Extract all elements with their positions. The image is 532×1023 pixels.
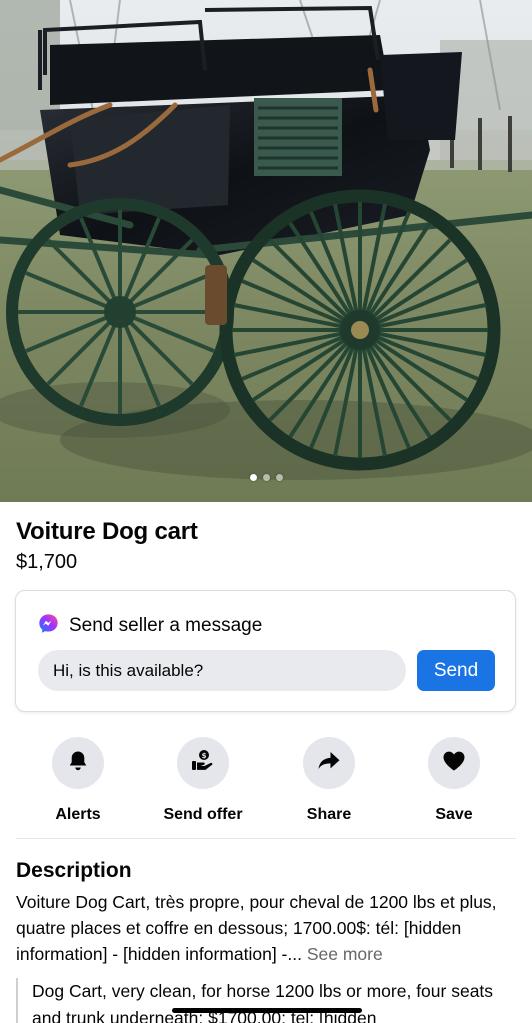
photo-dot[interactable] (249, 474, 257, 481)
carriage-photo (0, 0, 532, 502)
save-button[interactable]: Save (394, 737, 514, 824)
description-heading: Description (16, 859, 132, 882)
save-button-circle[interactable] (428, 737, 480, 789)
alerts-label: Alerts (55, 806, 101, 823)
bell-icon (66, 749, 90, 778)
share-button-circle[interactable] (303, 737, 355, 789)
messenger-icon (38, 613, 59, 639)
see-more-link[interactable]: See more (307, 944, 383, 964)
message-card-header: Send seller a message (38, 613, 262, 639)
share-button[interactable]: Share (269, 737, 389, 824)
message-card-title: Send seller a message (69, 615, 263, 636)
message-input[interactable]: Hi, is this available? (38, 650, 406, 691)
listing-photo[interactable] (0, 0, 532, 502)
send-offer-button[interactable]: $ Send offer (143, 737, 263, 824)
description-body: Voiture Dog Cart, très propre, pour chev… (16, 892, 497, 964)
svg-text:$: $ (202, 752, 207, 760)
send-button[interactable]: Send (417, 650, 495, 691)
heart-icon (441, 748, 467, 779)
alerts-button[interactable]: Alerts (18, 737, 138, 824)
listing-title: Voiture Dog cart (16, 518, 198, 545)
listing-price: $1,700 (16, 551, 78, 573)
send-offer-label: Send offer (163, 806, 243, 823)
share-label: Share (306, 806, 352, 823)
photo-dot[interactable] (262, 474, 270, 481)
home-indicator[interactable] (172, 1008, 362, 1013)
description-translation: Dog Cart, very clean, for horse 1200 lbs… (16, 978, 526, 1023)
alerts-button-circle[interactable] (52, 737, 104, 789)
send-offer-button-circle[interactable]: $ (177, 737, 229, 789)
message-seller-card: Send seller a message Hi, is this availa… (15, 590, 516, 712)
photo-pagination[interactable] (0, 474, 532, 481)
save-label: Save (435, 806, 473, 823)
listing-actions: Alerts $ Send offer Share Save (0, 737, 532, 823)
share-arrow-icon (316, 748, 342, 779)
photo-dot[interactable] (275, 474, 283, 481)
description-text: Voiture Dog Cart, très propre, pour chev… (16, 889, 521, 967)
offer-hand-icon: $ (190, 748, 216, 779)
section-divider (16, 838, 516, 839)
